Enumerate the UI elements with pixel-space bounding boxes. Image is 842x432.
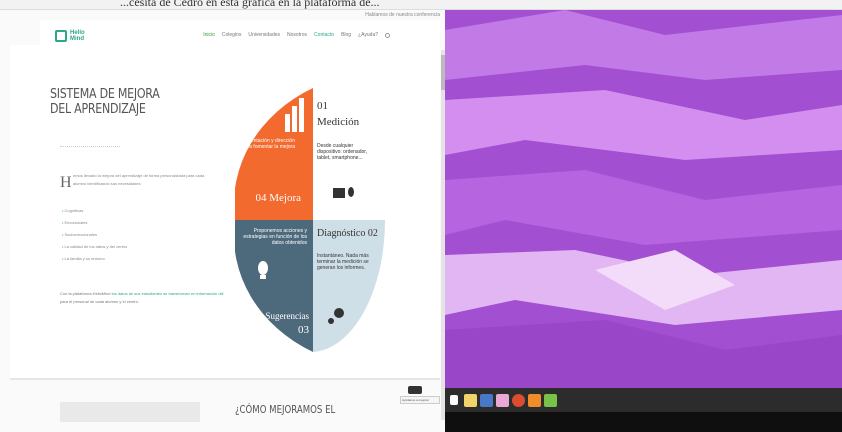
- site-nav: Inicio Colegios Universidades Nosotros C…: [203, 32, 390, 38]
- search-icon[interactable]: [385, 33, 390, 38]
- bottom-bar: [445, 412, 842, 432]
- outro-paragraph: Con la plataforma HelloMind los datos de…: [60, 290, 225, 306]
- taskbar: [445, 388, 842, 412]
- s1-title: Medición: [317, 116, 360, 128]
- outro-text-2: para el personal de cada alumno y el cen…: [60, 299, 139, 304]
- caption-text: ...cesita de Cedro en esta gráfica en la…: [120, 0, 380, 9]
- intro-text: emos llevado la mejora del aprendizaje d…: [73, 173, 205, 186]
- section-heading: SISTEMA DE MEJORA DEL APRENDIZAJE: [50, 87, 160, 117]
- windows-start-icon[interactable]: [450, 395, 458, 405]
- feedback-tooltip: Ayúdanos a mejorar: [400, 396, 440, 404]
- heading-separator: [60, 146, 120, 147]
- site-topbar: Hablamos de nuestra conferencia: [365, 12, 440, 18]
- bullet-item: Emocionales: [62, 217, 127, 229]
- nav-item-contacto[interactable]: Contacto: [314, 32, 334, 38]
- improvement-wheel: 01 Medición Desde cualquier dispositivo:…: [235, 88, 385, 353]
- gears-icon: [334, 308, 344, 318]
- bullet-item: La calidad de los datos y del centro: [62, 241, 128, 253]
- gears-icon-small: [328, 318, 334, 324]
- people-icon[interactable]: [496, 393, 509, 407]
- nav-item-ayuda[interactable]: ¿Ayuda?: [358, 32, 378, 38]
- nav-item-blog[interactable]: Blog: [341, 32, 351, 38]
- logo-text: Hello Mind: [70, 30, 85, 42]
- chart-up-icon: [285, 114, 290, 132]
- caption-band: ...cesita de Cedro en esta gráfica en la…: [0, 0, 842, 10]
- bottom-image-placeholder: [60, 402, 200, 422]
- nav-item-colegios[interactable]: Colegios: [222, 32, 241, 38]
- desktop-pane: [445, 10, 842, 432]
- s2-text: Instantáneo. Nada más terminar la medici…: [317, 253, 369, 271]
- lightbulb-icon: [258, 261, 268, 275]
- computer-icon: [333, 188, 345, 198]
- nav-item-nosotros[interactable]: Nosotros: [287, 32, 307, 38]
- s3-text: Proponemos acciones y estrategias en fun…: [243, 228, 307, 246]
- folder-icon[interactable]: [480, 393, 493, 407]
- bullet-item: Cognitivas: [62, 205, 127, 217]
- bullet-item: La familia y su entorno: [62, 253, 127, 265]
- s1-text: Desde cualquier dispositivo: ordenador, …: [317, 143, 368, 161]
- section-divider: [10, 378, 440, 380]
- s2-title: Diagnóstico 02: [317, 228, 378, 239]
- bullet-list: Cognitivas Emocionales Socioemocionales …: [62, 205, 128, 265]
- s3-number: 03: [298, 324, 309, 336]
- lightbulb-base: [260, 275, 266, 279]
- chrome-icon[interactable]: [512, 393, 525, 407]
- nav-item-inicio[interactable]: Inicio: [203, 32, 215, 38]
- settings-icon[interactable]: [528, 393, 541, 407]
- feedback-icon[interactable]: [408, 386, 422, 394]
- bottom-heading: ¿CÓMO MEJORAMOS EL: [235, 403, 336, 416]
- s1-number: 01: [317, 100, 328, 112]
- outro-link[interactable]: los datos de sus estudiantes se transfor…: [112, 291, 224, 296]
- mouse-icon: [348, 187, 354, 197]
- dropcap: H: [60, 174, 72, 191]
- site-logo[interactable]: Hello Mind: [55, 30, 90, 42]
- logo-mark-icon: [55, 30, 67, 42]
- android-icon[interactable]: [544, 393, 557, 407]
- outro-text-1: Con la plataforma HelloMind: [60, 291, 111, 296]
- chart-up-icon-bar: [292, 106, 297, 132]
- screen: ...cesita de Cedro en esta gráfica en la…: [0, 0, 842, 432]
- s4-text: Orientación y dirección para fomentar la…: [241, 138, 295, 150]
- chart-up-icon-bar2: [299, 98, 304, 132]
- s4-title: 04 Mejora: [255, 192, 301, 204]
- file-explorer-icon[interactable]: [464, 393, 477, 407]
- wallpaper-graphic: [445, 10, 842, 388]
- nav-item-universidades[interactable]: Universidades: [248, 32, 280, 38]
- s3-title: Sugerencias: [265, 311, 309, 321]
- bullet-item: Socioemocionales: [62, 229, 127, 241]
